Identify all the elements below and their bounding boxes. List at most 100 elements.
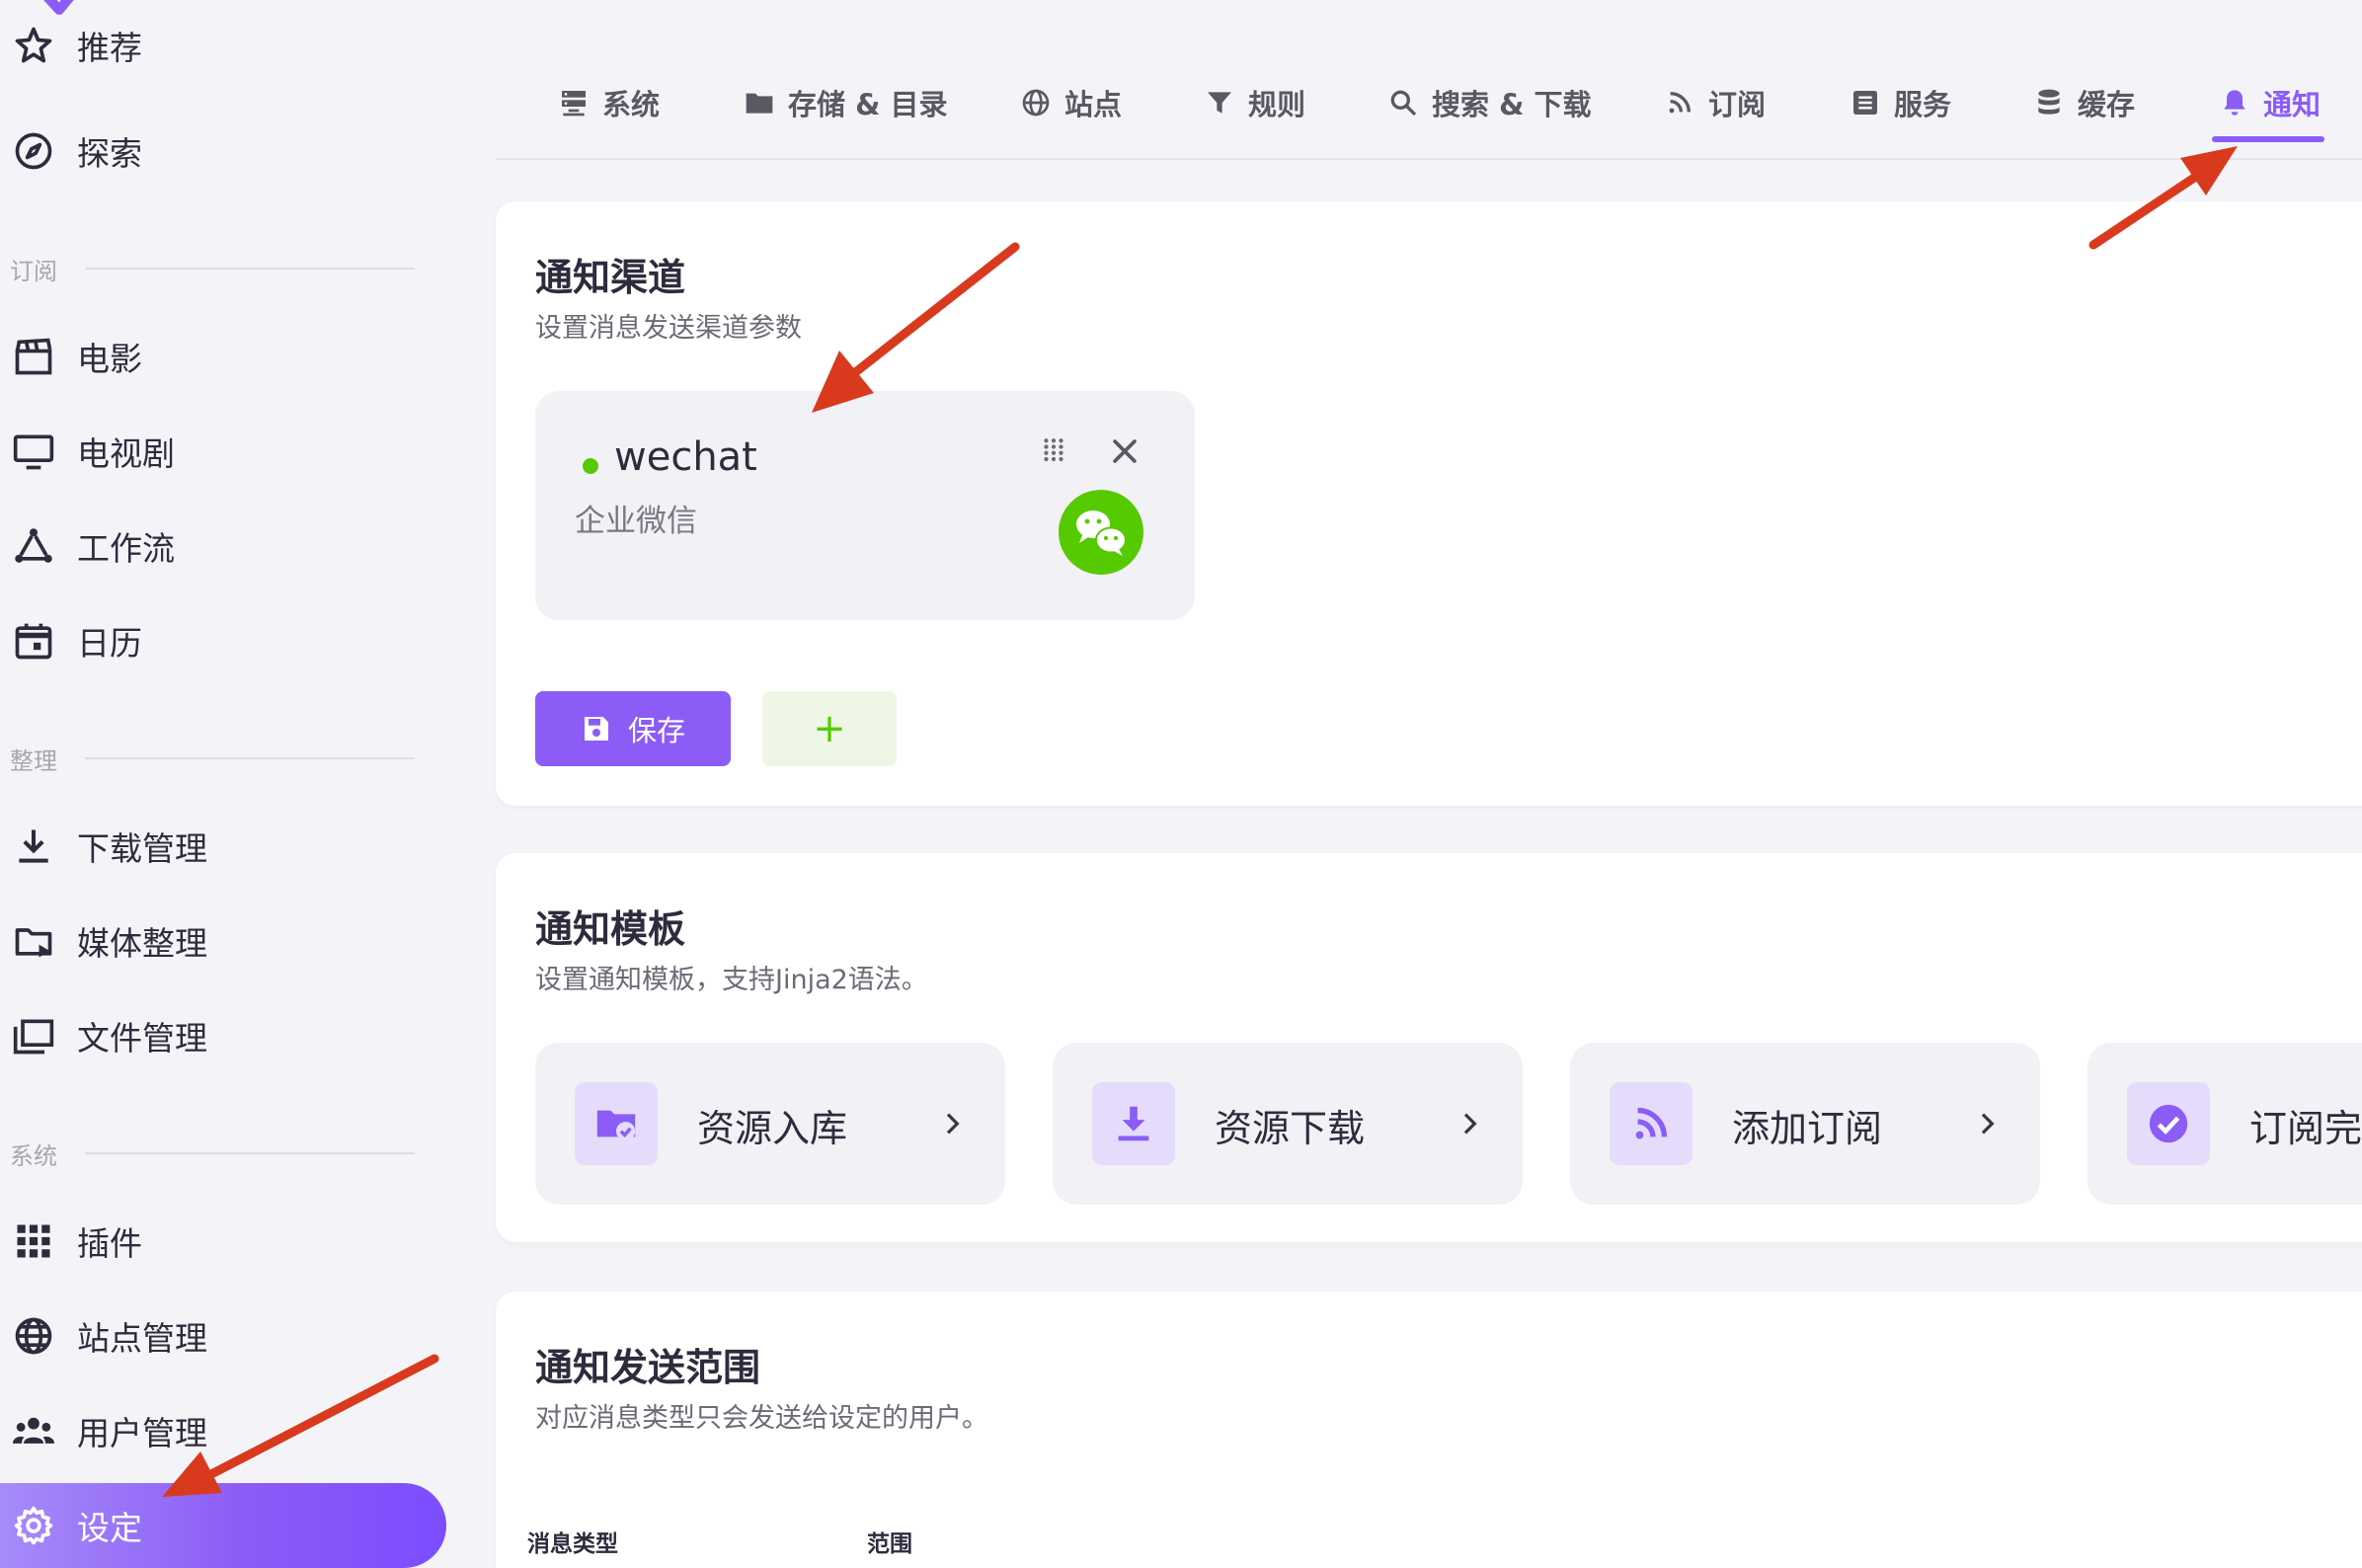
folder-icon — [743, 86, 776, 119]
sidebar-item-media[interactable]: 媒体整理 — [0, 899, 446, 983]
section-label-text: 系统 — [10, 1141, 57, 1170]
sidebar-item-label: 电视剧 — [77, 434, 175, 473]
tab-rules[interactable]: 规则 — [1203, 75, 1305, 130]
tab-label: 存储 & 目录 — [788, 88, 948, 121]
sidebar-item-tv[interactable]: 电视剧 — [0, 409, 446, 494]
workflow-icon — [12, 524, 55, 568]
section-divider — [85, 1152, 415, 1154]
sidebar-item-label: 下载管理 — [77, 829, 207, 868]
card-subtitle: 对应消息类型只会发送给设定的用户。 — [535, 1403, 988, 1434]
sidebar-item-explore[interactable]: 探索 — [0, 109, 446, 194]
sidebar-section-subscribe: 订阅 — [10, 249, 415, 288]
sidebar: 推荐 探索 订阅 电影 电视剧 工作流 日历 整理 下载管理 媒体整理 文件管理… — [0, 0, 464, 1568]
tab-sites[interactable]: 站点 — [1019, 75, 1122, 130]
sidebar-item-sites[interactable]: 站点管理 — [0, 1294, 446, 1378]
tab-storage[interactable]: 存储 & 目录 — [743, 75, 947, 130]
tab-label: 搜索 & 下载 — [1432, 88, 1592, 121]
tab-label: 规则 — [1248, 88, 1306, 121]
tab-cache[interactable]: 缓存 — [2032, 75, 2135, 130]
globe-icon — [12, 1314, 55, 1358]
template-label: 订阅完成 — [2249, 1107, 2362, 1150]
sidebar-item-label: 日历 — [77, 624, 142, 663]
tab-search[interactable]: 搜索 & 下载 — [1386, 75, 1591, 130]
rss-icon — [1663, 86, 1696, 119]
close-icon[interactable] — [1108, 434, 1142, 468]
sidebar-section-system: 系统 — [10, 1134, 415, 1173]
sidebar-item-label: 用户管理 — [77, 1414, 207, 1452]
column-header-scope: 范围 — [867, 1531, 912, 1557]
card-subtitle: 设置消息发送渠道参数 — [535, 313, 802, 344]
filter-icon — [1203, 86, 1236, 119]
server-icon — [557, 86, 590, 119]
section-label-text: 订阅 — [10, 257, 57, 285]
sidebar-item-label: 设定 — [77, 1509, 142, 1547]
sidebar-item-movies[interactable]: 电影 — [0, 314, 446, 399]
sidebar-item-recommend[interactable]: 推荐 — [0, 18, 446, 73]
check-circle-icon — [2127, 1082, 2210, 1165]
channel-type: 企业微信 — [575, 504, 697, 539]
tab-label: 订阅 — [1708, 88, 1767, 121]
chevron-right-icon — [1463, 1113, 1477, 1135]
sidebar-item-calendar[interactable]: 日历 — [0, 598, 446, 683]
tab-label: 站点 — [1064, 88, 1123, 121]
drag-handle-icon[interactable] — [1039, 434, 1068, 464]
sidebar-section-organize: 整理 — [10, 739, 415, 778]
channel-name: wechat — [614, 434, 757, 480]
sidebar-item-label: 工作流 — [77, 529, 175, 568]
gear-icon — [12, 1504, 55, 1547]
section-label-text: 整理 — [10, 746, 57, 775]
save-button[interactable]: 保存 — [535, 691, 731, 766]
sidebar-item-users[interactable]: 用户管理 — [0, 1388, 446, 1473]
save-button-label: 保存 — [627, 714, 685, 747]
status-dot — [583, 458, 598, 474]
floppy-disk-icon — [584, 717, 608, 741]
tab-subscribe[interactable]: 订阅 — [1663, 75, 1766, 130]
settings-tabs: 系统 存储 & 目录 站点 规则 搜索 & 下载 订阅 服务 缓存 通知 — [496, 0, 2362, 160]
chevron-right-icon — [946, 1113, 960, 1135]
add-channel-button[interactable]: + — [762, 691, 897, 766]
star-icon — [12, 24, 55, 67]
column-header-type: 消息类型 — [527, 1531, 618, 1557]
sidebar-item-plugins[interactable]: 插件 — [0, 1199, 446, 1284]
plus-icon: + — [813, 706, 846, 751]
sidebar-item-label: 推荐 — [77, 29, 142, 67]
notification-templates-card: 通知模板 设置通知模板，支持Jinja2语法。 资源入库 资源下载 添加订阅 订… — [496, 853, 2362, 1242]
tab-system[interactable]: 系统 — [557, 75, 660, 130]
sidebar-item-settings[interactable]: 设定 — [0, 1483, 446, 1568]
download-icon — [12, 824, 55, 868]
folder-check-icon — [575, 1082, 658, 1165]
calendar-icon — [12, 619, 55, 663]
template-tile-subscription-complete[interactable]: 订阅完成 — [2087, 1043, 2362, 1205]
template-tile-download[interactable]: 资源下载 — [1053, 1043, 1523, 1205]
tab-notify[interactable]: 通知 — [2218, 75, 2321, 130]
sidebar-item-label: 站点管理 — [77, 1319, 207, 1358]
section-divider — [85, 757, 415, 759]
sidebar-item-workflow[interactable]: 工作流 — [0, 504, 446, 588]
users-icon — [12, 1409, 55, 1452]
chevron-right-icon — [1981, 1113, 1995, 1135]
wechat-logo-icon — [1059, 490, 1143, 575]
tab-label: 缓存 — [2078, 88, 2136, 121]
app-logo-icon — [43, 0, 74, 15]
card-title: 通知模板 — [535, 907, 686, 951]
compass-icon — [12, 129, 55, 173]
template-tile-add-subscription[interactable]: 添加订阅 — [1570, 1043, 2040, 1205]
folder-play-icon — [12, 919, 55, 963]
sidebar-item-files[interactable]: 文件管理 — [0, 993, 446, 1078]
folders-icon — [12, 1014, 55, 1058]
grid-icon — [12, 1219, 55, 1263]
template-label: 添加订阅 — [1732, 1107, 1883, 1150]
sidebar-item-label: 电影 — [77, 340, 142, 378]
tab-services[interactable]: 服务 — [1849, 75, 1951, 130]
card-subtitle: 设置通知模板，支持Jinja2语法。 — [535, 965, 928, 995]
card-title: 通知发送范围 — [535, 1346, 761, 1389]
channel-tile-wechat[interactable]: wechat 企业微信 — [535, 391, 1195, 620]
bell-icon — [2218, 86, 2251, 119]
tab-label: 通知 — [2263, 88, 2322, 121]
template-tile-import[interactable]: 资源入库 — [535, 1043, 1005, 1205]
notification-scope-card: 通知发送范围 对应消息类型只会发送给设定的用户。 消息类型 范围 — [496, 1292, 2362, 1568]
sidebar-item-downloads[interactable]: 下载管理 — [0, 804, 446, 889]
list-box-icon — [1849, 86, 1882, 119]
rss-icon — [1610, 1082, 1693, 1165]
active-tab-indicator — [2212, 136, 2324, 142]
